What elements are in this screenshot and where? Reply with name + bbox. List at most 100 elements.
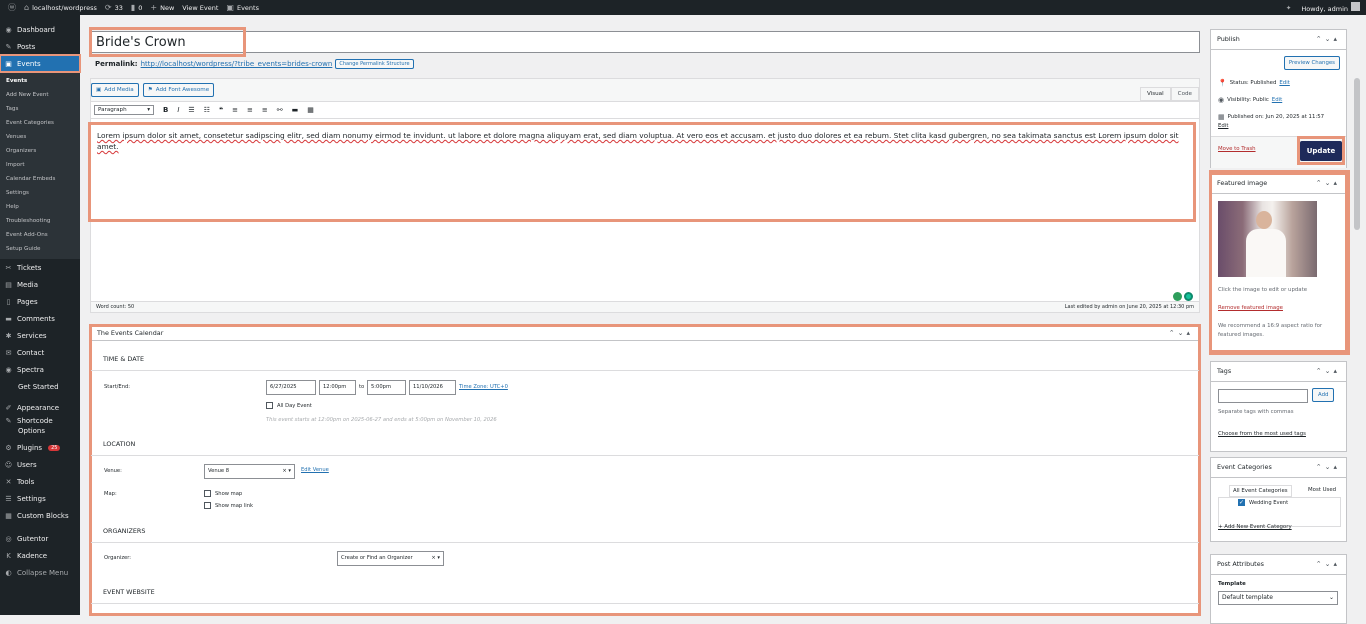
- start-time-input[interactable]: 12:00pm: [319, 380, 356, 395]
- start-date-input[interactable]: 6/27/2025: [266, 380, 316, 395]
- menu-contact[interactable]: ✉ Contact: [0, 344, 80, 361]
- add-tag-button[interactable]: Add: [1312, 388, 1335, 402]
- format-select[interactable]: Paragraph ▾: [94, 105, 154, 115]
- bullet-list-icon[interactable]: ☰: [188, 106, 194, 114]
- submenu-add-new-event[interactable]: Add New Event: [0, 88, 80, 102]
- menu-shortcode-options[interactable]: ✎ Shortcode: [0, 416, 80, 426]
- menu-tools[interactable]: ✕ Tools: [0, 473, 80, 490]
- timezone-link[interactable]: Time Zone: UTC+0: [459, 384, 508, 390]
- submenu-event-add-ons[interactable]: Event Add-Ons: [0, 228, 80, 242]
- submenu-help[interactable]: Help: [0, 200, 80, 214]
- menu-comments[interactable]: ▬ Comments: [0, 310, 80, 327]
- toolbar-toggle-icon[interactable]: ▦: [307, 106, 314, 114]
- tab-code[interactable]: Code: [1170, 87, 1199, 101]
- collapse-menu[interactable]: ◐ Collapse Menu: [0, 564, 80, 581]
- link-icon[interactable]: ⚯: [277, 106, 283, 114]
- wedding-event-checkbox[interactable]: ✓ Wedding Event: [1238, 499, 1288, 506]
- remove-featured-link[interactable]: Remove featured image: [1218, 305, 1283, 311]
- align-left-icon[interactable]: ≡: [232, 106, 238, 114]
- preview-changes-button[interactable]: Preview Changes: [1283, 56, 1340, 70]
- box-controls[interactable]: ⌃⌄▴: [1316, 179, 1340, 188]
- menu-appearance[interactable]: ✐ Appearance: [0, 399, 80, 416]
- events-bar-link[interactable]: ▣ Events: [226, 3, 259, 12]
- box-controls[interactable]: ⌃⌄▴: [1316, 463, 1340, 472]
- edit-date-link[interactable]: Edit: [1218, 123, 1228, 129]
- site-name-link[interactable]: ⌂ localhost/wordpress: [24, 3, 97, 12]
- scrollbar-thumb[interactable]: [1354, 78, 1360, 230]
- edit-venue-link[interactable]: Edit Venue: [301, 467, 329, 473]
- submenu-import[interactable]: Import: [0, 158, 80, 172]
- show-map-link-checkbox[interactable]: Show map link: [204, 502, 253, 509]
- permalink-link[interactable]: http://localhost/wordpress/?tribe_events…: [141, 60, 333, 68]
- show-map-checkbox[interactable]: Show map: [204, 490, 242, 497]
- add-new-category-link[interactable]: + Add New Event Category: [1218, 524, 1292, 530]
- page-scrollbar[interactable]: [1352, 56, 1362, 615]
- numbered-list-icon[interactable]: ☷: [204, 106, 210, 114]
- tag-input[interactable]: [1218, 389, 1308, 403]
- comments-link[interactable]: ▮ 0: [131, 3, 143, 12]
- add-font-awesome-button[interactable]: ⚑ Add Font Awesome: [142, 83, 215, 97]
- submenu-organizers[interactable]: Organizers: [0, 144, 80, 158]
- organizer-select[interactable]: Create or Find an Organizer × ▾: [337, 551, 444, 566]
- choose-tags-link[interactable]: Choose from the most used tags: [1218, 431, 1306, 437]
- featured-image[interactable]: [1218, 201, 1317, 277]
- submenu-troubleshooting[interactable]: Troubleshooting: [0, 214, 80, 228]
- align-center-icon[interactable]: ≡: [247, 106, 253, 114]
- edit-visibility-link[interactable]: Edit: [1272, 97, 1282, 103]
- new-content-link[interactable]: + New: [150, 3, 174, 12]
- menu-services[interactable]: ✱ Services: [0, 327, 80, 344]
- menu-events[interactable]: ▣ Events: [0, 54, 81, 73]
- post-title-input[interactable]: Bride's Crown: [90, 31, 1200, 53]
- template-select[interactable]: Default template ⌄: [1218, 591, 1338, 605]
- menu-spectra[interactable]: ◉ Spectra: [0, 361, 80, 378]
- add-media-button[interactable]: ▣ Add Media: [91, 83, 139, 97]
- menu-users[interactable]: ☺ Users: [0, 456, 80, 473]
- menu-dashboard[interactable]: ◉ Dashboard: [0, 21, 80, 38]
- box-controls[interactable]: ⌃⌄▴: [1169, 329, 1193, 337]
- settings-spark-icon[interactable]: ✦: [1286, 4, 1291, 12]
- menu-settings[interactable]: ☰ Settings: [0, 490, 80, 507]
- view-event-link[interactable]: View Event: [182, 4, 218, 12]
- submenu-setup-guide[interactable]: Setup Guide: [0, 242, 80, 256]
- menu-gutentor[interactable]: ◎ Gutentor: [0, 530, 80, 547]
- venue-select[interactable]: Venue 8 × ▾: [204, 464, 295, 479]
- menu-get-started[interactable]: Get Started: [0, 378, 80, 395]
- move-to-trash-link[interactable]: Move to Trash: [1218, 146, 1256, 152]
- bold-icon[interactable]: B: [163, 106, 168, 114]
- change-permalink-button[interactable]: Change Permalink Structure: [335, 59, 414, 69]
- menu-shortcode-options-line2[interactable]: Options: [0, 426, 80, 436]
- location-plugin-icon[interactable]: [1173, 292, 1182, 301]
- update-button[interactable]: Update: [1299, 140, 1343, 161]
- box-controls[interactable]: ⌃⌄▴: [1316, 35, 1340, 44]
- howdy-account[interactable]: Howdy, admin: [1301, 2, 1360, 13]
- menu-custom-blocks[interactable]: ▦ Custom Blocks: [0, 507, 80, 524]
- blockquote-icon[interactable]: ❝: [219, 106, 223, 114]
- end-date-input[interactable]: 11/10/2026: [409, 380, 456, 395]
- align-right-icon[interactable]: ≡: [262, 106, 268, 114]
- submenu-events[interactable]: Events: [0, 74, 80, 88]
- menu-pages[interactable]: ▯ Pages: [0, 293, 80, 310]
- all-day-checkbox[interactable]: All Day Event: [266, 402, 312, 409]
- menu-media[interactable]: ▤ Media: [0, 276, 80, 293]
- submenu-venues[interactable]: Venues: [0, 130, 80, 144]
- end-time-input[interactable]: 5:00pm: [367, 380, 406, 395]
- submenu-tags[interactable]: Tags: [0, 102, 80, 116]
- box-controls[interactable]: ⌃⌄▴: [1316, 560, 1340, 569]
- menu-posts[interactable]: ✎ Posts: [0, 38, 80, 55]
- menu-kadence[interactable]: K Kadence: [0, 547, 80, 564]
- edit-status-link[interactable]: Edit: [1279, 80, 1289, 86]
- tab-visual[interactable]: Visual: [1139, 87, 1171, 101]
- grammarly-icon[interactable]: [1184, 292, 1193, 301]
- submenu-settings[interactable]: Settings: [0, 186, 80, 200]
- wordpress-logo-icon[interactable]: ⓦ: [8, 2, 16, 13]
- box-controls[interactable]: ⌃⌄▴: [1316, 367, 1340, 376]
- read-more-icon[interactable]: ▬: [292, 106, 299, 114]
- submenu-calendar-embeds[interactable]: Calendar Embeds: [0, 172, 80, 186]
- submenu-event-categories[interactable]: Event Categories: [0, 116, 80, 130]
- italic-icon[interactable]: I: [177, 106, 179, 114]
- menu-plugins[interactable]: ⚙ Plugins 25: [0, 439, 80, 456]
- updates-link[interactable]: ⟳ 33: [105, 3, 123, 12]
- tab-all-categories[interactable]: All Event Categories: [1229, 485, 1292, 497]
- menu-tickets[interactable]: ✂ Tickets: [0, 259, 80, 276]
- tab-most-used[interactable]: Most Used: [1308, 487, 1336, 493]
